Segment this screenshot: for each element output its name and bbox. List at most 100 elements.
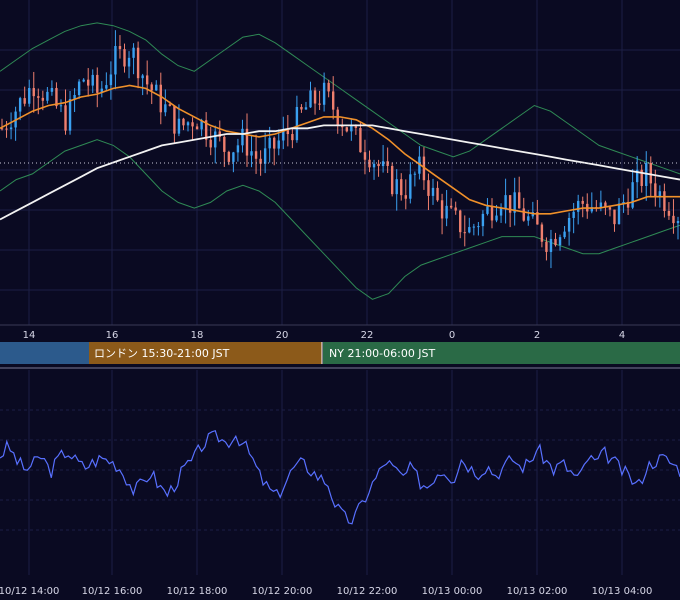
main-x-tick: 16 bbox=[106, 330, 119, 341]
candle-body bbox=[68, 99, 72, 131]
candle-body bbox=[368, 159, 371, 168]
osc-x-tick: 10/12 14:00 bbox=[0, 586, 59, 597]
candle-body bbox=[454, 207, 457, 211]
candle-body bbox=[59, 105, 63, 107]
oscillator-grid bbox=[0, 370, 680, 575]
candle-body bbox=[331, 91, 335, 110]
candle-body bbox=[37, 96, 40, 98]
candle-body bbox=[304, 107, 308, 110]
candle-body bbox=[372, 163, 376, 168]
main-x-tick: 0 bbox=[449, 330, 455, 341]
candle-body bbox=[96, 74, 99, 93]
candle-body bbox=[390, 165, 394, 195]
candle-body bbox=[268, 137, 271, 149]
candle-body bbox=[105, 85, 108, 89]
session-ny-label: NY 21:00-06:00 JST bbox=[329, 347, 436, 360]
candle-body bbox=[567, 217, 571, 232]
candle-body bbox=[472, 226, 476, 228]
candle-body bbox=[350, 126, 353, 132]
candle-body bbox=[495, 215, 498, 221]
candlesticks bbox=[0, 30, 680, 269]
candle-body bbox=[168, 104, 172, 106]
candle-body bbox=[563, 231, 566, 238]
moving-average-short bbox=[0, 84, 680, 215]
candle-body bbox=[23, 98, 26, 104]
candle-body bbox=[313, 90, 317, 104]
candle-body bbox=[413, 173, 417, 175]
candle-body bbox=[386, 161, 389, 166]
candle-body bbox=[250, 151, 253, 156]
oscillator-x-axis: 10/12 14:00 10/12 16:00 10/12 18:00 10/12 2… bbox=[0, 586, 652, 597]
candle-body bbox=[118, 46, 122, 50]
session-bar: ロンドン 15:30-21:00 JST NY 21:00-06:00 JST bbox=[0, 342, 680, 364]
candle-body bbox=[663, 191, 666, 211]
candle-body bbox=[50, 87, 54, 92]
price-chart: 14 16 18 20 22 0 2 4 ロンドン 15:30-21:00 JST NY 21… bbox=[0, 0, 680, 597]
candle-body bbox=[291, 134, 294, 141]
main-x-tick: 14 bbox=[23, 330, 36, 341]
candle-body bbox=[227, 151, 231, 162]
candle-body bbox=[186, 122, 190, 126]
candle-body bbox=[182, 118, 185, 126]
candle-body bbox=[164, 104, 167, 113]
candle-body bbox=[236, 145, 240, 153]
candle-body bbox=[631, 182, 634, 208]
candle-body bbox=[540, 224, 544, 242]
candle-body bbox=[177, 118, 181, 134]
candle-body bbox=[522, 208, 525, 221]
candle-body bbox=[136, 47, 140, 79]
candle-body bbox=[676, 220, 680, 224]
candle-body bbox=[109, 74, 113, 86]
candle-body bbox=[318, 103, 321, 105]
candle-body bbox=[549, 238, 553, 252]
candle-body bbox=[345, 127, 349, 132]
candle-body bbox=[436, 187, 439, 201]
candle-body bbox=[28, 88, 31, 104]
session-tokyo bbox=[0, 342, 89, 364]
candle-body bbox=[459, 210, 462, 233]
candle-body bbox=[195, 126, 199, 130]
candle-body bbox=[132, 47, 135, 58]
candle-body bbox=[123, 49, 126, 67]
candle-body bbox=[545, 241, 548, 252]
candle-body bbox=[445, 205, 448, 219]
candle-body bbox=[395, 179, 398, 195]
oscillator-line bbox=[0, 429, 680, 525]
candle-body bbox=[431, 187, 435, 196]
candle-body bbox=[554, 238, 557, 246]
candle-body bbox=[145, 75, 149, 85]
candle-body bbox=[273, 137, 276, 149]
candle-body bbox=[91, 74, 94, 86]
candle-body bbox=[309, 90, 312, 108]
candle-body bbox=[581, 200, 584, 204]
candle-body bbox=[440, 200, 444, 219]
candle-body bbox=[150, 84, 153, 91]
candle-body bbox=[46, 91, 49, 101]
main-x-tick: 22 bbox=[361, 330, 374, 341]
candle-body bbox=[486, 206, 489, 214]
candle-body bbox=[114, 46, 117, 75]
candle-body bbox=[527, 216, 530, 221]
candle-body bbox=[377, 163, 380, 167]
candle-body bbox=[490, 206, 494, 221]
candle-body bbox=[477, 226, 480, 228]
main-x-tick: 4 bbox=[619, 330, 625, 341]
candle-body bbox=[277, 140, 280, 149]
candle-body bbox=[617, 203, 621, 225]
osc-x-tick: 10/13 02:00 bbox=[507, 586, 568, 597]
candle-body bbox=[223, 136, 226, 152]
candle-body bbox=[295, 106, 299, 141]
candle-body bbox=[558, 237, 562, 246]
candle-body bbox=[359, 127, 362, 153]
candle-body bbox=[667, 210, 671, 216]
candle-body bbox=[127, 57, 131, 67]
candle-body bbox=[354, 126, 358, 128]
main-x-tick: 20 bbox=[276, 330, 289, 341]
candle-body bbox=[77, 81, 81, 96]
candle-body bbox=[427, 180, 430, 196]
candle-body bbox=[608, 207, 612, 210]
candle-body bbox=[481, 213, 485, 227]
oscillator-series bbox=[0, 429, 680, 525]
candle-body bbox=[64, 105, 67, 131]
candle-body bbox=[613, 209, 616, 225]
